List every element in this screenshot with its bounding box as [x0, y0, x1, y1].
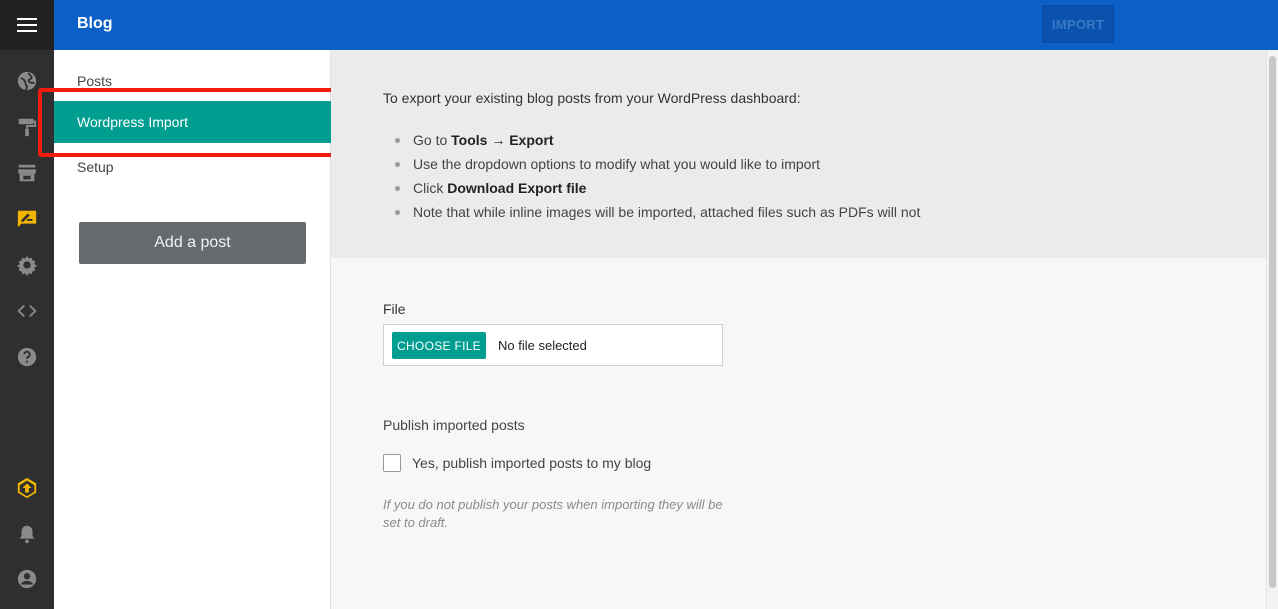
top-bar: Blog IMPORT: [54, 0, 1278, 50]
list-item: Note that while inline images will be im…: [383, 200, 920, 224]
page-title: Blog: [77, 15, 113, 32]
file-status-text: No file selected: [498, 338, 587, 353]
instructions-intro: To export your existing blog posts from …: [383, 90, 801, 106]
publish-hint: If you do not publish your posts when im…: [383, 497, 723, 530]
annotation-highlight-box: [38, 88, 344, 157]
gear-icon[interactable]: [15, 253, 39, 277]
publish-checkbox-label[interactable]: Yes, publish imported posts to my blog: [412, 455, 651, 471]
menu-button[interactable]: [0, 0, 54, 50]
scrollbar-thumb[interactable]: [1269, 56, 1276, 588]
list-item: Use the dropdown options to modify what …: [383, 152, 920, 176]
list-item: Go to Tools → Export: [383, 128, 920, 152]
code-icon[interactable]: [15, 299, 39, 323]
list-item: Click Download Export file: [383, 176, 920, 200]
paint-roller-icon[interactable]: [15, 115, 39, 139]
publish-section-label: Publish imported posts: [383, 417, 525, 433]
import-button[interactable]: IMPORT: [1042, 5, 1114, 43]
export-instructions-panel: To export your existing blog posts from …: [331, 50, 1266, 258]
instructions-list: Go to Tools → Export Use the dropdown op…: [383, 128, 920, 224]
account-icon[interactable]: [15, 567, 39, 591]
file-label: File: [383, 301, 406, 317]
bell-icon[interactable]: [15, 522, 39, 546]
choose-file-button[interactable]: CHOOSE FILE: [392, 332, 486, 359]
file-input[interactable]: CHOOSE FILE No file selected: [383, 324, 723, 366]
scrollbar[interactable]: [1266, 50, 1278, 609]
blog-edit-icon[interactable]: [15, 207, 39, 231]
globe-icon[interactable]: [15, 69, 39, 93]
subnav-item-posts[interactable]: Posts: [77, 73, 112, 89]
main-content: To export your existing blog posts from …: [331, 50, 1266, 609]
add-post-button[interactable]: Add a post: [79, 222, 306, 264]
upgrade-icon[interactable]: [15, 476, 39, 500]
help-icon[interactable]: [15, 345, 39, 369]
subnav-item-setup[interactable]: Setup: [77, 159, 114, 175]
publish-checkbox[interactable]: [383, 454, 401, 472]
store-icon[interactable]: [15, 161, 39, 185]
menu-icon: [17, 18, 37, 32]
